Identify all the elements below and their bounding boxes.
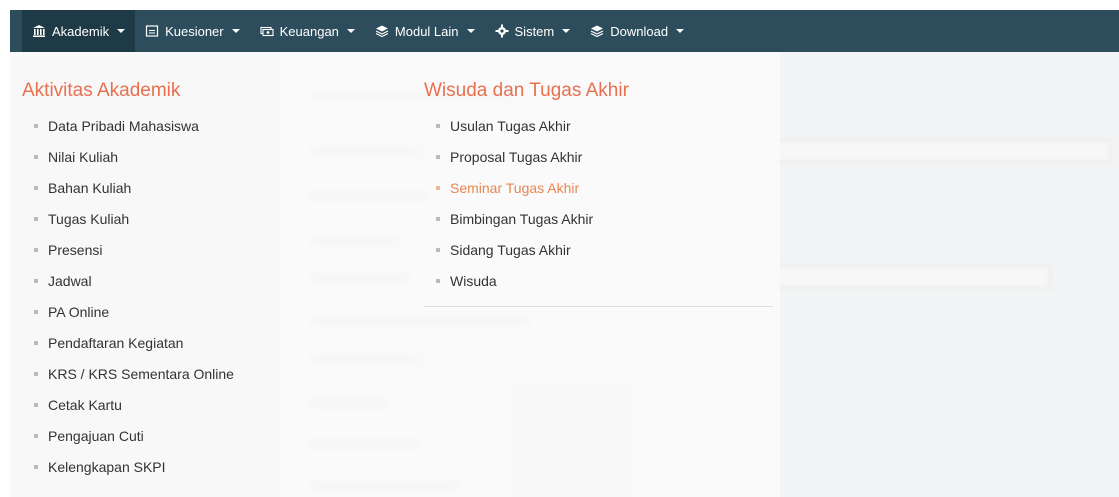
- menu-item-nilai-kuliah[interactable]: Nilai Kuliah: [22, 141, 234, 172]
- menu-item-label: Nilai Kuliah: [48, 148, 119, 165]
- menu-item-label: Bimbingan Tugas Akhir: [450, 210, 594, 227]
- bullet-icon: [436, 278, 440, 283]
- bullet-icon: [436, 154, 440, 159]
- menu-item-label: Data Pribadi Mahasiswa: [48, 117, 199, 134]
- nav-modul-lain-label: Modul Lain: [394, 23, 459, 39]
- menu-item-label: Wisuda: [450, 272, 497, 289]
- menu-item-cetak-kartu[interactable]: Cetak Kartu: [22, 389, 234, 420]
- menu-item-label: Jadwal: [48, 272, 92, 289]
- menu-item-tugas-kuliah[interactable]: Tugas Kuliah: [22, 203, 234, 234]
- menu-item-sidang-tugas-akhir[interactable]: Sidang Tugas Akhir: [424, 234, 629, 265]
- bullet-icon: [34, 123, 38, 128]
- bullet-icon: [34, 340, 38, 345]
- akademik-column: Aktivitas Akademik Data Pribadi Mahasisw…: [22, 80, 234, 482]
- menu-item-pa-online[interactable]: PA Online: [22, 296, 234, 327]
- menu-item-pendaftaran-kegiatan[interactable]: Pendaftaran Kegiatan: [22, 327, 234, 358]
- menu-item-bimbingan-tugas-akhir[interactable]: Bimbingan Tugas Akhir: [424, 203, 629, 234]
- menu-item-label: KRS / KRS Sementara Online: [48, 365, 234, 382]
- nav-akademik[interactable]: Akademik: [22, 10, 136, 52]
- caret-down-icon: [562, 29, 571, 33]
- bullet-icon: [34, 278, 38, 283]
- menu-item-kelengkapan-skpi[interactable]: Kelengkapan SKPI: [22, 451, 234, 482]
- bullet-icon: [34, 309, 38, 314]
- menu-item-seminar-tugas-akhir[interactable]: Seminar Tugas Akhir: [424, 172, 629, 203]
- menu-item-pengajuan-cuti[interactable]: Pengajuan Cuti: [22, 420, 234, 451]
- caret-down-icon: [117, 29, 126, 33]
- menu-item-bahan-kuliah[interactable]: Bahan Kuliah: [22, 172, 234, 203]
- menu-item-wisuda[interactable]: Wisuda: [424, 265, 629, 296]
- bullet-icon: [34, 185, 38, 190]
- caret-down-icon: [676, 29, 685, 33]
- bullet-icon: [436, 123, 440, 128]
- wisuda-column: Wisuda dan Tugas Akhir Usulan Tugas Akhi…: [424, 80, 629, 296]
- nav-keuangan-label: Keuangan: [279, 23, 339, 39]
- menu-item-label: Bahan Kuliah: [48, 179, 132, 196]
- menu-item-label: Usulan Tugas Akhir: [450, 117, 571, 134]
- menu-item-krs-online[interactable]: KRS / KRS Sementara Online: [22, 358, 234, 389]
- nav-akademik-label: Akademik: [52, 23, 110, 39]
- bullet-icon: [34, 247, 38, 252]
- nav-keuangan[interactable]: Keuangan: [250, 10, 365, 52]
- akademik-menu-list: Data Pribadi Mahasiswa Nilai Kuliah Baha…: [22, 110, 234, 482]
- bullet-icon: [34, 433, 38, 438]
- layers-icon: [590, 24, 604, 38]
- menu-item-label: Presensi: [48, 241, 103, 258]
- nav-sistem[interactable]: Sistem: [485, 10, 581, 52]
- top-navbar: Akademik Kuesioner Keuangan Modul Lain S…: [10, 10, 1119, 52]
- gear-icon: [495, 24, 509, 38]
- menu-item-label: PA Online: [48, 303, 110, 320]
- menu-item-label: Pendaftaran Kegiatan: [48, 334, 184, 351]
- bullet-icon: [34, 464, 38, 469]
- money-icon: [260, 24, 274, 38]
- menu-item-label: Seminar Tugas Akhir: [450, 179, 580, 196]
- menu-item-label: Pengajuan Cuti: [48, 427, 144, 444]
- menu-item-jadwal[interactable]: Jadwal: [22, 265, 234, 296]
- akademik-dropdown-menu: Aktivitas Akademik Data Pribadi Mahasisw…: [10, 52, 780, 497]
- menu-divider: [424, 306, 773, 307]
- wisuda-column-title: Wisuda dan Tugas Akhir: [424, 80, 629, 101]
- menu-item-label: Tugas Kuliah: [48, 210, 130, 227]
- menu-item-label: Proposal Tugas Akhir: [450, 148, 583, 165]
- menu-item-label: Sidang Tugas Akhir: [450, 241, 571, 258]
- bullet-icon: [34, 371, 38, 376]
- nav-kuesioner[interactable]: Kuesioner: [135, 10, 250, 52]
- bullet-icon: [436, 185, 440, 190]
- bank-icon: [32, 24, 46, 38]
- nav-download[interactable]: Download: [580, 10, 694, 52]
- nav-download-label: Download: [610, 23, 669, 39]
- bullet-icon: [34, 216, 38, 221]
- wisuda-menu-list: Usulan Tugas Akhir Proposal Tugas Akhir …: [424, 110, 629, 296]
- caret-down-icon: [466, 29, 475, 33]
- menu-item-presensi[interactable]: Presensi: [22, 234, 234, 265]
- menu-item-label: Kelengkapan SKPI: [48, 458, 166, 475]
- menu-item-label: Cetak Kartu: [48, 396, 122, 413]
- nav-kuesioner-label: Kuesioner: [165, 23, 224, 39]
- bullet-icon: [34, 402, 38, 407]
- nav-modul-lain[interactable]: Modul Lain: [365, 10, 485, 52]
- bullet-icon: [436, 216, 440, 221]
- akademik-column-title: Aktivitas Akademik: [22, 80, 181, 101]
- menu-item-data-pribadi[interactable]: Data Pribadi Mahasiswa: [22, 110, 234, 141]
- menu-item-proposal-tugas-akhir[interactable]: Proposal Tugas Akhir: [424, 141, 629, 172]
- document-icon: [145, 24, 159, 38]
- bullet-icon: [436, 247, 440, 252]
- caret-down-icon: [231, 29, 240, 33]
- caret-down-icon: [346, 29, 355, 33]
- layers-icon: [375, 24, 389, 38]
- bullet-icon: [34, 154, 38, 159]
- menu-item-usulan-tugas-akhir[interactable]: Usulan Tugas Akhir: [424, 110, 629, 141]
- nav-sistem-label: Sistem: [514, 23, 555, 39]
